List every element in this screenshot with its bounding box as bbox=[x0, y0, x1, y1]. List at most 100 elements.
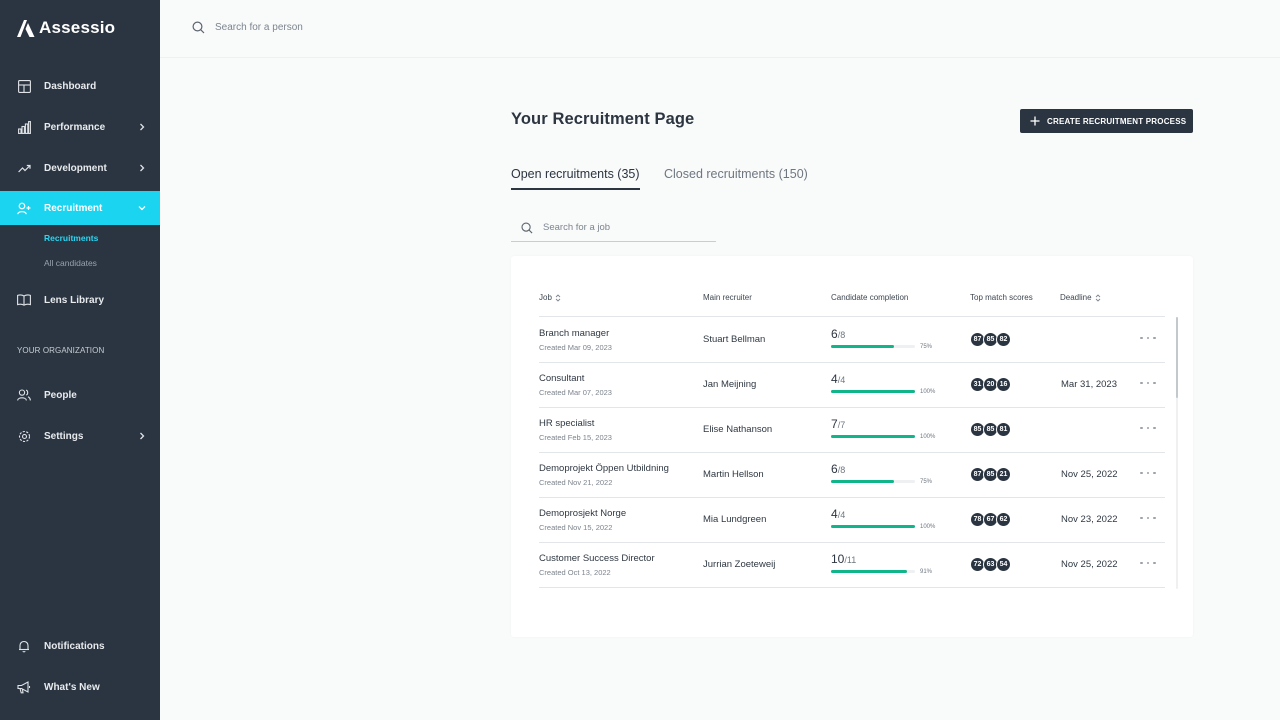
sidebar-item-development[interactable]: Development bbox=[0, 151, 160, 185]
logo[interactable]: Assessio bbox=[17, 18, 115, 38]
job-title[interactable]: Consultant bbox=[539, 373, 584, 384]
sidebar-item-recruitment[interactable]: Recruitment bbox=[0, 191, 160, 225]
table-row[interactable]: Customer Success Director Created Oct 13,… bbox=[539, 542, 1165, 587]
deadline: Nov 25, 2022 bbox=[1061, 559, 1118, 570]
total-count: /7 bbox=[837, 420, 846, 430]
more-options-icon[interactable] bbox=[1140, 377, 1156, 389]
bell-icon bbox=[17, 639, 31, 653]
match-score-badge: 62 bbox=[996, 512, 1011, 527]
sidebar-item-label: Lens Library bbox=[44, 294, 105, 306]
deadline: Nov 23, 2022 bbox=[1061, 514, 1118, 525]
more-options-icon[interactable] bbox=[1140, 557, 1156, 569]
sidebar-item-label: People bbox=[44, 389, 77, 401]
table-row[interactable]: HR specialist Created Feb 15, 2023 Elise N… bbox=[539, 407, 1165, 452]
completion-progress-fill bbox=[831, 345, 894, 348]
completed-count: 4 bbox=[831, 507, 838, 521]
completion-progress-fill bbox=[831, 525, 915, 528]
top-match-scores: 87 85 82 bbox=[970, 332, 1011, 347]
job-search[interactable] bbox=[511, 214, 716, 242]
completion-percent: 91% bbox=[920, 569, 933, 575]
plus-icon bbox=[1030, 116, 1040, 126]
sidebar-subitem-all-candidates[interactable]: All candidates bbox=[44, 258, 97, 268]
scrollbar-thumb[interactable] bbox=[1176, 317, 1178, 398]
sidebar-item-dashboard[interactable]: Dashboard bbox=[0, 69, 160, 103]
divider bbox=[539, 587, 1165, 588]
table-scrollbar[interactable] bbox=[1176, 317, 1178, 589]
completion-progress-fill bbox=[831, 390, 915, 393]
sidebar-item-people[interactable]: People bbox=[0, 378, 160, 412]
chevron-right-icon bbox=[140, 432, 145, 440]
trending-up-icon bbox=[17, 161, 31, 175]
total-count: /11 bbox=[844, 555, 857, 565]
tab-open-recruitments[interactable]: Open recruitments (35) bbox=[511, 167, 640, 190]
table-row[interactable]: Consultant Created Mar 07, 2023 Jan Meijni… bbox=[539, 362, 1165, 407]
person-search[interactable] bbox=[192, 21, 415, 34]
column-header-candidate-completion: Candidate completion bbox=[831, 293, 909, 302]
completed-count: 7 bbox=[831, 417, 838, 431]
more-options-icon[interactable] bbox=[1140, 467, 1156, 479]
dashboard-icon bbox=[17, 79, 31, 93]
more-options-icon[interactable] bbox=[1140, 332, 1156, 344]
add-user-icon bbox=[17, 201, 31, 215]
page-title: Your Recruitment Page bbox=[511, 110, 695, 128]
top-match-scores: 31 20 16 bbox=[970, 377, 1011, 392]
job-title[interactable]: HR specialist bbox=[539, 418, 594, 429]
person-search-input[interactable] bbox=[215, 22, 415, 33]
table-row[interactable]: Branch manager Created Mar 09, 2023 Stuart… bbox=[539, 317, 1165, 362]
column-header-main-recruiter: Main recruiter bbox=[703, 293, 752, 302]
completion-percent: 75% bbox=[920, 479, 933, 485]
create-recruitment-button[interactable]: CREATE RECRUITMENT PROCESS bbox=[1020, 109, 1193, 133]
completed-count: 6 bbox=[831, 327, 838, 341]
main-recruiter: Elise Nathanson bbox=[703, 424, 773, 435]
main-recruiter: Jan Meijning bbox=[703, 379, 757, 390]
total-count: /4 bbox=[837, 510, 846, 520]
job-created-date: Created Nov 21, 2022 bbox=[539, 478, 613, 487]
table-row[interactable]: Demoprojekt Öppen Utbildning Created Nov … bbox=[539, 452, 1165, 497]
deadline: Mar 31, 2023 bbox=[1061, 379, 1117, 390]
sidebar-item-lens-library[interactable]: Lens Library bbox=[0, 283, 160, 317]
tab-closed-recruitments[interactable]: Closed recruitments (150) bbox=[664, 167, 808, 188]
sidebar-item-notifications[interactable]: Notifications bbox=[0, 629, 160, 663]
sidebar-item-label: Settings bbox=[44, 430, 84, 442]
job-title[interactable]: Customer Success Director bbox=[539, 553, 655, 564]
job-search-input[interactable] bbox=[543, 222, 703, 233]
completed-count: 6 bbox=[831, 462, 838, 476]
sort-icon bbox=[555, 293, 561, 302]
sidebar-item-whats-new[interactable]: What's New bbox=[0, 670, 160, 704]
completion-percent: 100% bbox=[920, 434, 936, 440]
more-options-icon[interactable] bbox=[1140, 422, 1156, 434]
completed-count: 10 bbox=[831, 552, 845, 566]
completion-progress-bar bbox=[831, 435, 915, 438]
completion-progress-bar bbox=[831, 345, 915, 348]
job-title[interactable]: Branch manager bbox=[539, 328, 609, 339]
sidebar-item-label: Performance bbox=[44, 121, 106, 133]
gear-icon bbox=[17, 429, 31, 443]
completion-percent: 100% bbox=[920, 524, 936, 530]
match-score-badge: 82 bbox=[996, 332, 1011, 347]
sidebar-subitem-recruitments[interactable]: Recruitments bbox=[44, 233, 98, 243]
completion-progress-bar bbox=[831, 570, 915, 573]
match-score-badge: 21 bbox=[996, 467, 1011, 482]
more-options-icon[interactable] bbox=[1140, 512, 1156, 524]
deadline: Nov 25, 2022 bbox=[1061, 469, 1118, 480]
match-score-badge: 81 bbox=[996, 422, 1011, 437]
job-created-date: Created Mar 07, 2023 bbox=[539, 388, 612, 397]
column-header-deadline[interactable]: Deadline bbox=[1060, 293, 1101, 302]
completion-progress-fill bbox=[831, 570, 907, 573]
column-header-job[interactable]: Job bbox=[539, 293, 561, 302]
total-count: /8 bbox=[837, 465, 846, 475]
total-count: /8 bbox=[837, 330, 846, 340]
completion-progress-fill bbox=[831, 435, 915, 438]
sidebar-item-settings[interactable]: Settings bbox=[0, 419, 160, 453]
total-count: /4 bbox=[837, 375, 846, 385]
search-icon bbox=[521, 221, 533, 233]
bar-chart-icon bbox=[17, 120, 31, 134]
search-icon bbox=[192, 21, 205, 34]
completion-progress-bar bbox=[831, 390, 915, 393]
job-title[interactable]: Demoprojekt Öppen Utbildning bbox=[539, 463, 669, 474]
job-title[interactable]: Demoprosjekt Norge bbox=[539, 508, 626, 519]
table-row[interactable]: Demoprosjekt Norge Created Nov 15, 2022 Mi… bbox=[539, 497, 1165, 542]
sidebar-item-performance[interactable]: Performance bbox=[0, 110, 160, 144]
top-match-scores: 72 63 54 bbox=[970, 557, 1011, 572]
chevron-right-icon bbox=[140, 164, 145, 172]
